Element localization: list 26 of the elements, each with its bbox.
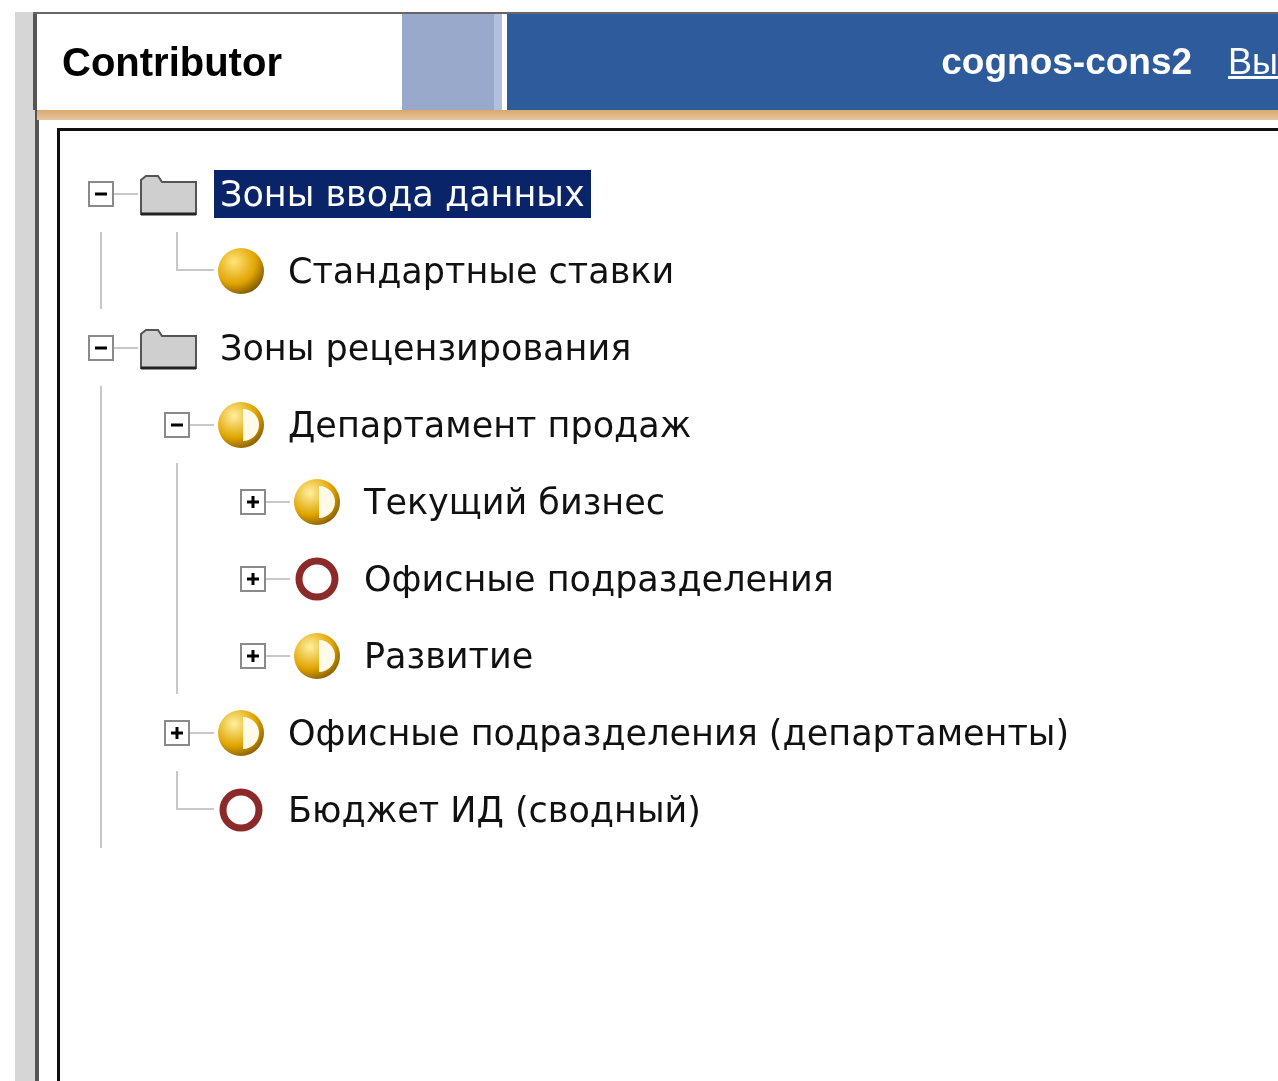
half-circle-icon (292, 476, 342, 527)
tree-connector (176, 771, 214, 810)
tree-item[interactable]: Развитие (358, 631, 540, 680)
logout-link[interactable]: Вы (1228, 41, 1278, 83)
half-circle-icon (292, 630, 342, 681)
tree-item[interactable]: Текущий бизнес (358, 477, 671, 526)
tree-item[interactable]: Департамент продаж (282, 400, 698, 449)
expand-toggle[interactable] (240, 488, 266, 515)
expand-toggle[interactable] (240, 642, 266, 669)
tree-item[interactable]: Бюджет ИД (сводный) (282, 785, 707, 834)
expand-toggle[interactable] (240, 565, 266, 592)
collapse-toggle[interactable] (164, 411, 190, 438)
tree-connector (176, 232, 214, 271)
app-title: Contributor (62, 39, 282, 85)
tree-item[interactable]: Офисные подразделения (358, 554, 840, 603)
collapse-toggle[interactable] (88, 334, 114, 361)
tree-item[interactable]: Зоны рецензирования (214, 323, 638, 372)
status-sphere-icon (216, 245, 266, 296)
collapse-toggle[interactable] (88, 180, 114, 207)
tree-item[interactable]: Зоны ввода данных (214, 169, 591, 218)
half-circle-icon (216, 399, 266, 450)
half-circle-icon (216, 707, 266, 758)
tree-item[interactable]: Офисные подразделения (департаменты) (282, 708, 1076, 757)
server-name: cognos-cons2 (941, 41, 1193, 83)
expand-toggle[interactable] (164, 719, 190, 746)
tree-item[interactable]: Стандартные ставки (282, 246, 681, 295)
